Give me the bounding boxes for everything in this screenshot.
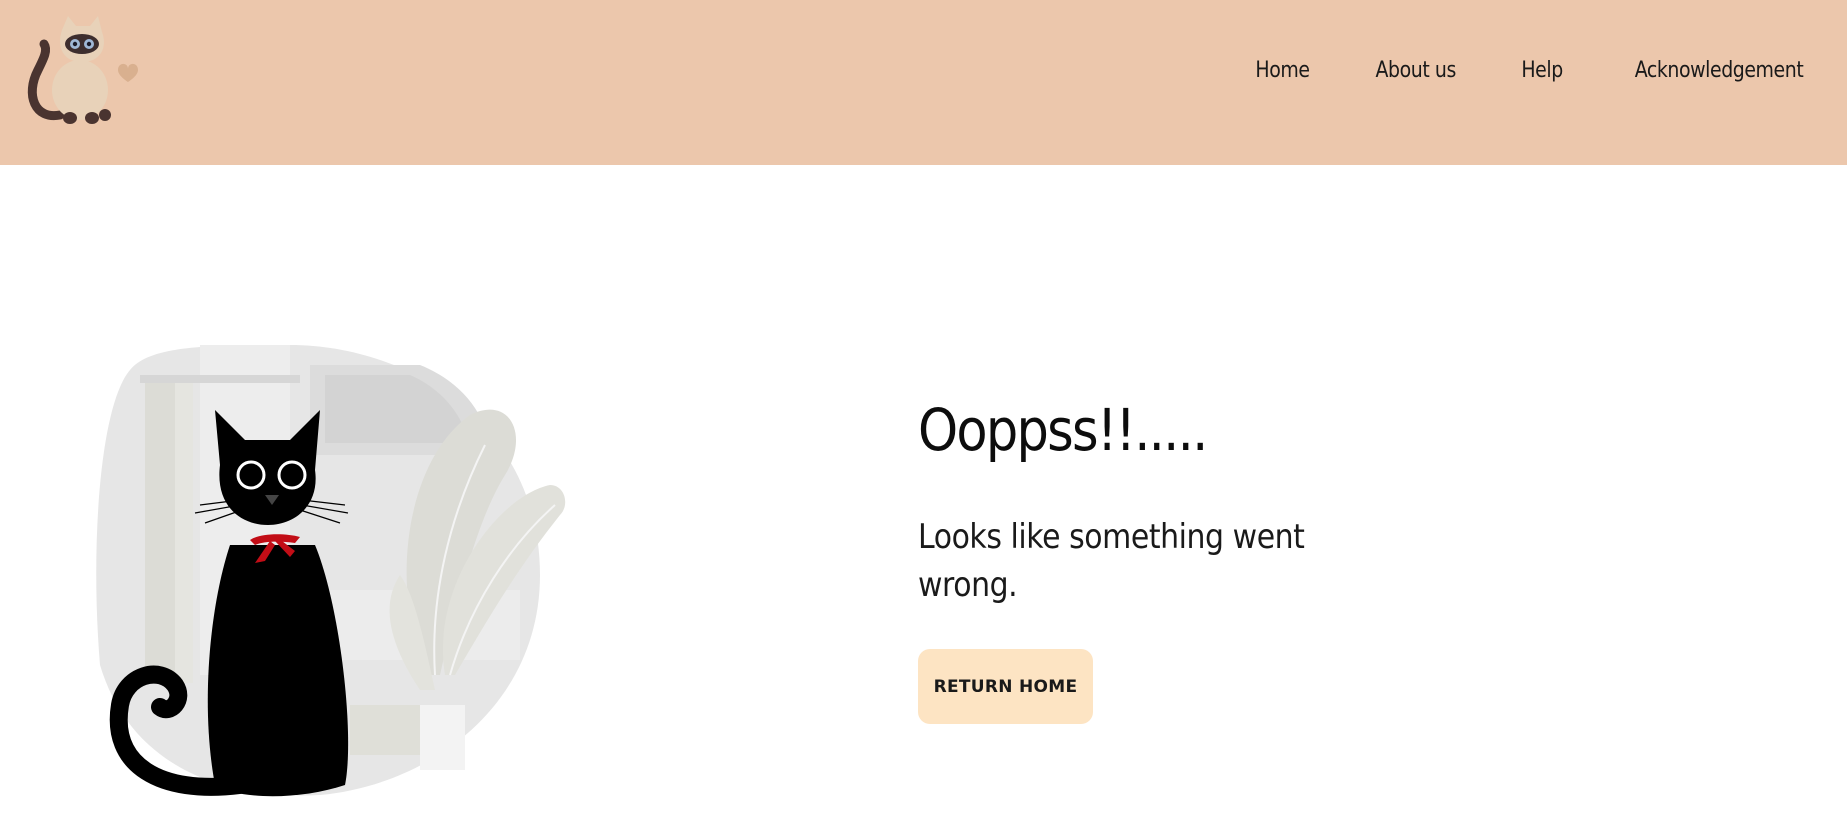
nav-help-link[interactable]: Help — [1521, 58, 1563, 83]
main-nav: Home About us Help Acknowledgement — [1251, 58, 1817, 83]
siamese-cat-logo-icon[interactable] — [20, 10, 150, 130]
nav-acknowledgement-link[interactable]: Acknowledgement — [1635, 58, 1804, 83]
nav-home-link[interactable]: Home — [1256, 58, 1311, 83]
site-header: Home About us Help Acknowledgement — [0, 0, 1847, 165]
error-message: Looks like something went wrong. — [918, 517, 1305, 605]
return-home-button[interactable]: RETURN HOME — [918, 649, 1093, 724]
nav-about-us-link[interactable]: About us — [1376, 58, 1457, 83]
error-headline: Ooppss!!..... — [918, 396, 1208, 464]
black-cat-illustration — [96, 345, 566, 797]
error-content: Ooppss!!..... Looks like something went … — [918, 395, 1438, 724]
